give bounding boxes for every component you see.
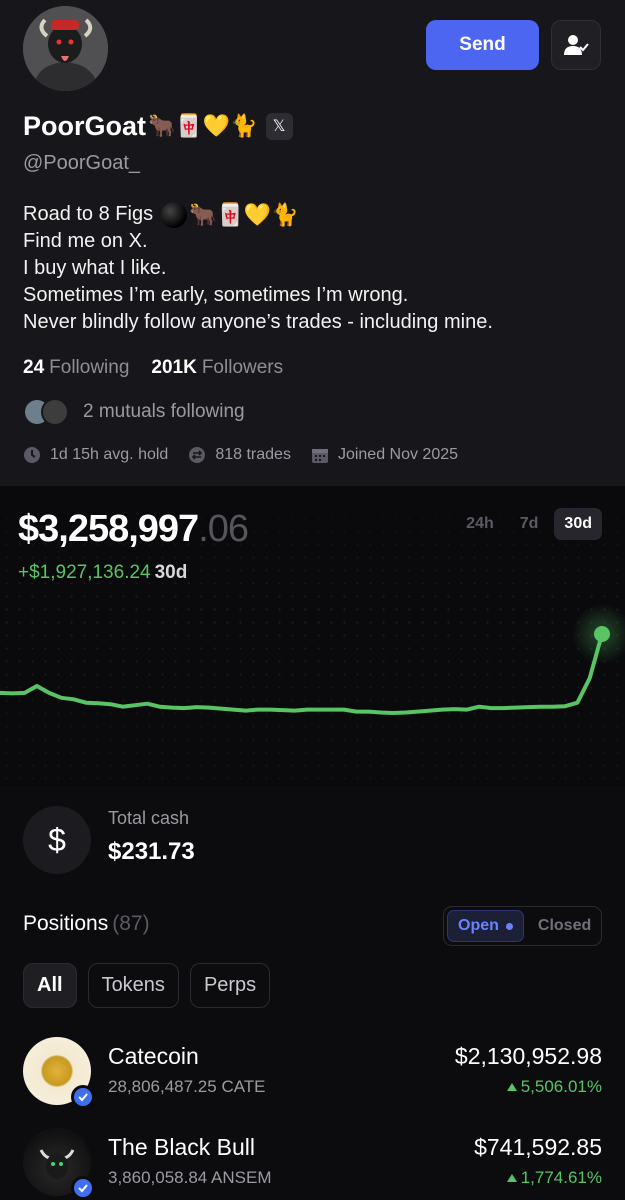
token-name: The Black Bull	[108, 1134, 256, 1160]
follow-button[interactable]	[551, 20, 601, 70]
bio-line: Never blindly follow anyone’s trades - i…	[23, 311, 493, 333]
open-closed-toggle: Open Closed	[443, 906, 602, 946]
join-date: Joined Nov 2025	[311, 446, 458, 464]
up-arrow-icon	[506, 1083, 517, 1091]
profile-name-row: PoorGoat 🐂🀄💛🐈 𝕏	[23, 108, 293, 144]
followers-stat[interactable]: 201K Followers	[151, 357, 283, 379]
bio-emojis: 🐂🀄💛🐈	[189, 201, 299, 227]
token-change: 5,506.01%	[506, 1077, 602, 1097]
follow-stats: 24 Following 201K Followers	[23, 357, 283, 379]
cash-label: Total cash	[108, 808, 190, 828]
profile-bio: Road to 8 Figs 🐂🀄💛🐈 Find me on X. I buy …	[23, 201, 493, 336]
cash-value: $231.73	[108, 838, 195, 865]
bio-line: Sometimes I’m early, sometimes I’m wrong…	[23, 284, 409, 306]
chart-endpoint-dot	[594, 626, 610, 642]
position-filters: All Tokens Perps	[23, 963, 271, 1008]
swap-icon	[189, 447, 206, 463]
mutuals-row[interactable]: 2 mutuals following	[23, 396, 245, 428]
profile-meta: 1d 15h avg. hold 818 trades Joined Nov 2…	[23, 446, 458, 464]
mutual-avatar	[41, 398, 69, 426]
clock-icon	[24, 447, 40, 463]
send-button[interactable]: Send	[426, 20, 539, 70]
x-icon[interactable]: 𝕏	[265, 112, 293, 140]
position-row[interactable]: The Black Bull 3,860,058.84 ANSEM $741,5…	[23, 1128, 602, 1200]
filter-tokens[interactable]: Tokens	[87, 963, 179, 1008]
token-quantity: 28,806,487.25 CATE	[108, 1077, 266, 1096]
position-row[interactable]: Catecoin 28,806,487.25 CATE $2,130,952.9…	[23, 1037, 602, 1109]
toggle-open[interactable]: Open	[447, 910, 524, 942]
profile-avatar[interactable]	[23, 6, 108, 91]
bio-line: Find me on X.	[23, 230, 148, 252]
profile-name: PoorGoat	[23, 110, 147, 141]
avg-hold: 1d 15h avg. hold	[23, 446, 168, 464]
mutuals-text: 2 mutuals following	[83, 401, 245, 422]
active-dot-icon	[505, 922, 513, 930]
positions-count: (87)	[112, 912, 150, 935]
user-check-icon	[564, 35, 589, 55]
positions-title: Positions (87)	[23, 912, 150, 935]
pnl-chart	[0, 604, 625, 715]
profile-handle: @PoorGoat_	[23, 152, 141, 174]
calendar-icon	[311, 449, 328, 463]
black-circle-icon	[161, 201, 188, 228]
token-change: 1,774.61%	[506, 1168, 602, 1188]
bio-line: Road to 8 Figs 🐂🀄💛🐈	[23, 201, 299, 228]
chart-series-line	[0, 632, 604, 715]
up-arrow-icon	[506, 1174, 517, 1182]
following-stat[interactable]: 24 Following	[23, 357, 129, 379]
token-value: $2,130,952.98	[454, 1043, 602, 1069]
verified-icon	[71, 1085, 95, 1109]
filter-perps[interactable]: Perps	[189, 963, 271, 1008]
bio-line: I buy what I like.	[23, 257, 167, 279]
token-value: $741,592.85	[474, 1134, 602, 1160]
token-name: Catecoin	[108, 1043, 199, 1069]
name-emojis: 🐂🀄💛🐈	[148, 113, 258, 138]
toggle-closed[interactable]: Closed	[528, 910, 601, 942]
verified-icon	[71, 1176, 95, 1200]
token-quantity: 3,860,058.84 ANSEM	[108, 1168, 272, 1187]
trade-count: 818 trades	[188, 446, 291, 464]
profile-header: Send PoorGoat 🐂🀄💛🐈 𝕏 @PoorGoat_ Road to …	[0, 0, 625, 486]
filter-all[interactable]: All	[23, 963, 77, 1008]
dollar-icon: $	[23, 806, 91, 874]
